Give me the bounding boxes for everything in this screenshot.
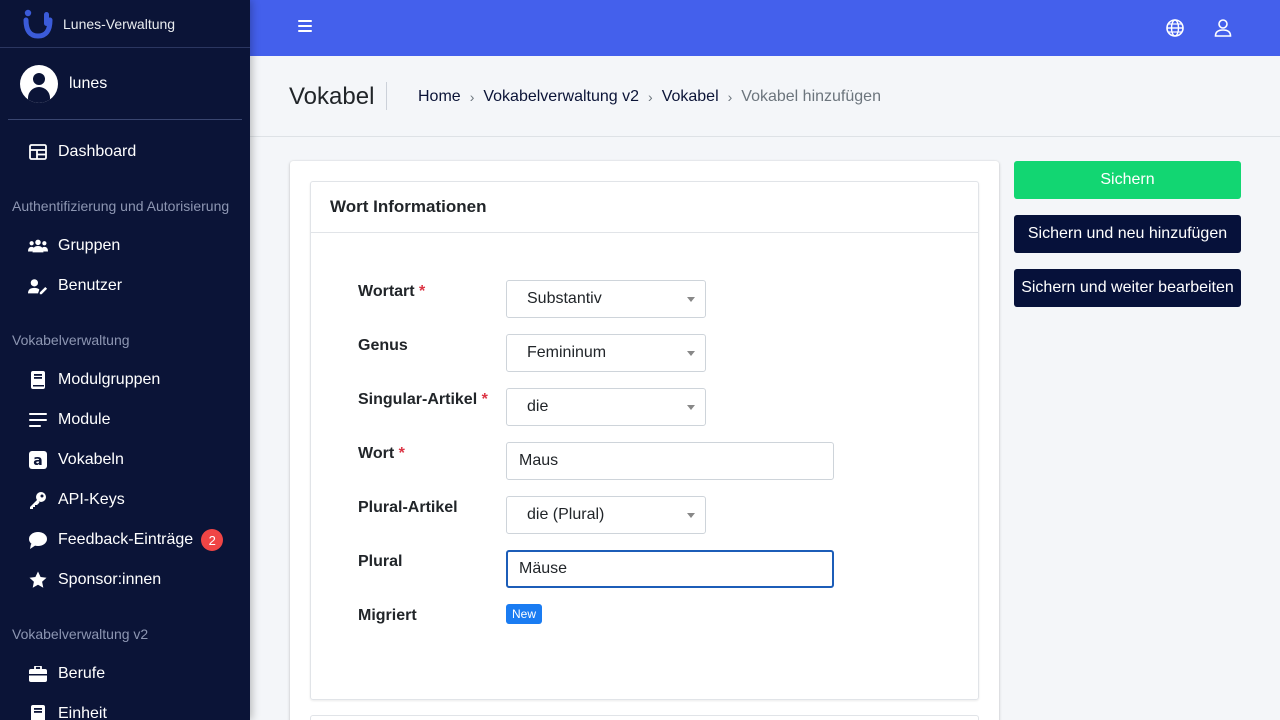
status-badge: New: [506, 604, 543, 624]
lunes-logo-icon: [23, 9, 53, 39]
sidebar-item-label: Gruppen: [58, 237, 121, 254]
sidebar-item-einheit[interactable]: Einheit: [0, 694, 250, 720]
form-card: Wort Informationen Wortart * Substantiv …: [290, 161, 999, 720]
breadcrumb-current: Vokabel hinzufügen: [741, 88, 881, 105]
migriert-label: Migriert: [358, 607, 417, 624]
sidebar-item-label: Einheit: [58, 705, 107, 720]
brand-link[interactable]: Lunes-Verwaltung: [0, 0, 250, 48]
chevron-down-icon: [687, 297, 695, 302]
genus-select[interactable]: Femininum: [506, 334, 706, 372]
top-navbar: [250, 0, 1280, 56]
content-header: Vokabel Home › Vokabelverwaltung v2 › Vo…: [250, 56, 1280, 137]
wortart-select[interactable]: Substantiv: [506, 280, 706, 318]
required-marker: *: [419, 283, 426, 300]
sidebar-item-label: Vokabeln: [58, 451, 124, 468]
sidebar-item-label: Dashboard: [58, 143, 137, 160]
sidebar-item-modulgruppen[interactable]: Modulgruppen: [0, 360, 250, 400]
sidebar-item-label: Feedback-Einträge: [58, 531, 194, 548]
sidebar-item-label: Berufe: [58, 665, 106, 682]
chevron-down-icon: [687, 513, 695, 518]
book-icon: [28, 704, 48, 720]
user-icon[interactable]: [1214, 19, 1232, 37]
list-icon: [28, 410, 48, 430]
briefcase-icon: [28, 664, 48, 684]
chevron-down-icon: [687, 405, 695, 410]
user-name: lunes: [69, 74, 108, 92]
dashboard-icon: [28, 142, 48, 162]
hamburger-icon[interactable]: [298, 20, 312, 34]
sidebar-item-berufe[interactable]: Berufe: [0, 654, 250, 694]
breadcrumb-separator: ›: [727, 89, 733, 105]
title-divider: [386, 82, 387, 110]
wortart-label: Wortart *: [358, 283, 426, 300]
save-and-add-button[interactable]: Sichern und neu hinzufügen: [1014, 215, 1241, 253]
sidebar-item-label: Module: [58, 411, 111, 428]
sidebar-item-benutzer[interactable]: Benutzer: [0, 266, 250, 306]
user-edit-icon: [28, 276, 48, 296]
sidebar-item-vokabeln[interactable]: a Vokabeln: [0, 440, 250, 480]
sidebar-item-label: Benutzer: [58, 277, 123, 294]
breadcrumb-separator: ›: [648, 89, 653, 105]
next-fieldset: [310, 715, 979, 720]
section-header-vokabelverwaltung: Vokabelverwaltung: [12, 332, 130, 348]
required-marker: *: [481, 391, 488, 408]
singular-artikel-label: Singular-Artikel *: [358, 391, 488, 408]
genus-label: Genus: [358, 337, 408, 354]
sidebar-item-feedback[interactable]: Feedback-Einträge 2: [0, 520, 250, 560]
users-group-icon: [28, 236, 48, 256]
breadcrumb: Home › Vokabelverwaltung v2 › Vokabel › …: [418, 88, 881, 106]
sidebar-item-label: API-Keys: [58, 491, 125, 508]
page-title: Vokabel: [289, 83, 375, 110]
book-icon: [28, 370, 48, 390]
plural-artikel-select[interactable]: die (Plural): [506, 496, 706, 534]
breadcrumb-vokabel[interactable]: Vokabel: [662, 88, 719, 106]
breadcrumb-vokabelverwaltung-v2[interactable]: Vokabelverwaltung v2: [483, 88, 639, 106]
fieldset-wort-informationen: Wort Informationen Wortart * Substantiv …: [310, 181, 979, 700]
save-button[interactable]: Sichern: [1014, 161, 1241, 199]
globe-icon[interactable]: [1166, 19, 1184, 37]
breadcrumb-home[interactable]: Home: [418, 88, 461, 106]
user-panel[interactable]: lunes: [8, 48, 242, 120]
plural-label: Plural: [358, 553, 403, 570]
sidebar-nav: Dashboard Authentifizierung und Autorisi…: [0, 120, 250, 720]
plural-artikel-label: Plural-Artikel: [358, 499, 458, 516]
feedback-count-badge: 2: [201, 529, 224, 551]
fieldset-title: Wort Informationen: [311, 182, 978, 233]
wort-label: Wort *: [358, 445, 405, 462]
comment-icon: [28, 530, 48, 550]
section-header-vokabelverwaltung-v2: Vokabelverwaltung v2: [12, 626, 149, 642]
sidebar-item-dashboard[interactable]: Dashboard: [0, 132, 250, 172]
sidebar: Lunes-Verwaltung lunes Dashboard Authent…: [0, 0, 250, 720]
sidebar-item-label: Modulgruppen: [58, 371, 161, 388]
sidebar-item-module[interactable]: Module: [0, 400, 250, 440]
save-and-continue-button[interactable]: Sichern und weiter bearbeiten: [1014, 269, 1241, 307]
sidebar-item-label: Sponsor:innen: [58, 571, 162, 588]
sidebar-item-gruppen[interactable]: Gruppen: [0, 226, 250, 266]
breadcrumb-separator: ›: [469, 89, 475, 105]
singular-artikel-select[interactable]: die: [506, 388, 706, 426]
sidebar-item-sponsoren[interactable]: Sponsor:innen: [0, 560, 250, 600]
plural-input[interactable]: Mäuse: [506, 550, 834, 588]
avatar: [20, 64, 58, 103]
sidebar-item-api-keys[interactable]: API-Keys: [0, 480, 250, 520]
chevron-down-icon: [687, 351, 695, 356]
svg-text:a: a: [33, 453, 42, 469]
key-icon: [28, 490, 48, 510]
star-icon: [28, 570, 48, 590]
wort-input[interactable]: Maus: [506, 442, 834, 480]
letter-a-icon: a: [28, 450, 48, 470]
section-header-auth: Authentifizierung und Autorisierung: [12, 198, 230, 214]
required-marker: *: [398, 445, 405, 462]
brand-name: Lunes-Verwaltung: [63, 15, 176, 32]
